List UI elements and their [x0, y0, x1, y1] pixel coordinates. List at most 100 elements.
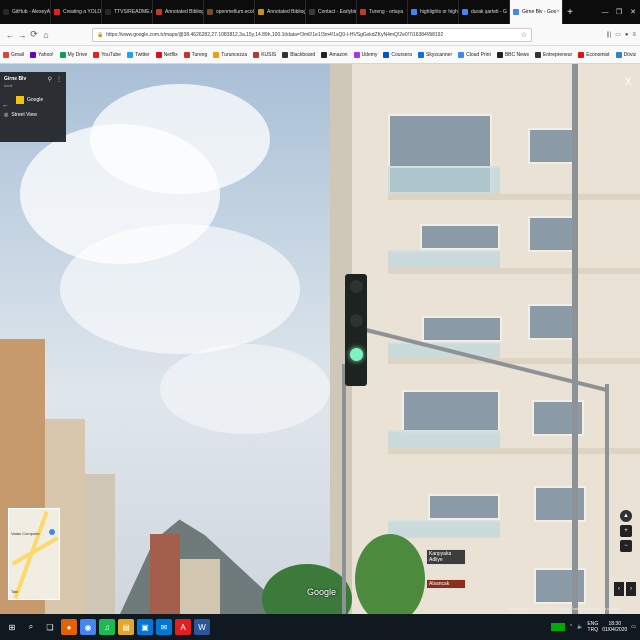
taskbar-task-view-icon[interactable]: ❏ — [42, 619, 58, 635]
taskbar-spotify-icon[interactable]: ♫ — [99, 619, 115, 635]
browser-tab[interactable]: highlights or high — [408, 0, 459, 24]
map-controls: ▲ + − — [620, 510, 634, 552]
pan-left-button[interactable]: ‹ — [614, 582, 624, 596]
minimize-button[interactable]: — — [598, 0, 612, 24]
bookmark-item[interactable]: Netflix — [155, 51, 178, 58]
close-street-view-button[interactable]: X — [625, 76, 632, 88]
window — [420, 224, 500, 250]
bookmark-label: Amazon — [329, 51, 348, 58]
compass-icon[interactable]: ▲ — [620, 510, 632, 522]
bookmark-item[interactable]: Tureng — [183, 51, 207, 58]
close-tab-icon[interactable]: × — [556, 9, 560, 15]
cloud — [60, 224, 300, 354]
taskbar-firefox-icon[interactable]: ● — [61, 619, 77, 635]
amber-lamp — [350, 314, 363, 327]
nav-bar: ← → ⟳ ⌂ 🔒 https://www.google.com.tr/maps… — [0, 24, 640, 46]
zoom-out-button[interactable]: − — [620, 540, 632, 552]
volume-icon[interactable]: 🔈 — [577, 624, 583, 630]
taskbar-explorer-icon[interactable]: ▤ — [118, 619, 134, 635]
browser-tab[interactable]: Contact - Earlybird — [306, 0, 357, 24]
notification-icon[interactable]: ▭ — [631, 624, 636, 630]
window — [528, 304, 576, 340]
taskbar-search-icon[interactable]: ⌕ — [23, 619, 39, 635]
forward-button[interactable]: → — [16, 30, 28, 40]
taskbar-mail-icon[interactable]: ✉ — [156, 619, 172, 635]
bookmark-item[interactable]: My Drive — [59, 51, 87, 58]
browser-tab[interactable]: Creating a YOLO — [51, 0, 102, 24]
browser-tab[interactable]: openmellum.ecollu — [204, 0, 255, 24]
more-icon[interactable]: ⋮ — [56, 76, 62, 83]
bookmark-star-icon[interactable]: ☆ — [521, 31, 527, 39]
floor-slab — [388, 358, 640, 364]
bookmark-item[interactable]: Twitter — [126, 51, 150, 58]
back-button[interactable]: ← — [4, 30, 16, 40]
taskbar-word-icon[interactable]: W — [194, 619, 210, 635]
bookmark-item[interactable]: Gmail — [3, 51, 24, 58]
minimap[interactable]: Vatan Computer Taki — [8, 508, 60, 600]
browser-tab[interactable]: durak şarteti - G — [459, 0, 510, 24]
url-bar[interactable]: 🔒 https://www.google.com.tr/maps/@38.462… — [92, 27, 532, 42]
maximize-button[interactable]: ❐ — [612, 0, 626, 24]
clock[interactable]: 18:30 01/04/2020 — [602, 621, 627, 633]
browser-tab[interactable]: TTVS/README.m — [102, 0, 153, 24]
attribution[interactable]: Image capture: Jul 2019 © 2020 Google Tu… — [508, 607, 620, 611]
bookmark-item[interactable]: Udemy — [353, 51, 377, 58]
bookmark-label: Cloud Print — [466, 51, 491, 58]
cloud — [160, 344, 330, 434]
browser-tab[interactable]: GitHub - AlexeyAB — [0, 0, 51, 24]
bookmark-item[interactable]: Yahoo! — [30, 51, 54, 58]
bookmark-item[interactable]: Cloud Print — [458, 51, 491, 58]
back-arrow-icon[interactable]: ← — [2, 102, 9, 109]
battery-icon[interactable] — [550, 623, 565, 631]
traffic-light-pole — [342, 364, 346, 614]
bookmark-item[interactable]: Skyscanner — [417, 51, 452, 58]
extension-icon[interactable]: ● — [625, 32, 629, 38]
browser-tab[interactable]: Girne Blv - Goo × — [510, 0, 563, 24]
zoom-in-button[interactable]: + — [620, 525, 632, 537]
bookmark-favicon-icon — [253, 51, 260, 58]
left-building — [150, 534, 180, 614]
bookmark-item[interactable]: KUSIS — [253, 51, 276, 58]
taskbar-start-icon[interactable]: ⊞ — [4, 619, 20, 635]
new-tab-button[interactable]: + — [563, 0, 577, 24]
home-button[interactable]: ⌂ — [40, 30, 52, 40]
language-indicator[interactable]: ENG TRQ — [587, 621, 598, 633]
pan-right-button[interactable]: › — [626, 582, 636, 596]
provider-row[interactable]: Google — [16, 96, 62, 104]
bookmark-item[interactable]: Economist — [578, 51, 610, 58]
bookmark-item[interactable]: Turuncezza — [213, 51, 247, 58]
close-window-button[interactable]: ✕ — [626, 0, 640, 24]
reload-button[interactable]: ⟳ — [28, 29, 40, 40]
floor-slab — [388, 448, 640, 454]
tab-label: TTVS/README.m — [114, 9, 153, 15]
bookmark-favicon-icon — [3, 51, 9, 58]
sidebar-icon[interactable]: ▭ — [615, 31, 621, 38]
menu-icon[interactable]: ≡ — [632, 32, 636, 38]
street-view-row[interactable]: ◎ Street View — [4, 112, 62, 118]
taskbar-store-icon[interactable]: ▣ — [137, 619, 153, 635]
bookmark-item[interactable]: YouTube — [93, 51, 121, 58]
browser-tab[interactable]: Annotated Bibliog — [255, 0, 306, 24]
bookmark-item[interactable]: Blackboard — [282, 51, 315, 58]
bookmark-item[interactable]: Entrepreneur — [535, 51, 572, 58]
street-pole — [572, 64, 578, 614]
taskbar-chrome-icon[interactable]: ◉ — [80, 619, 96, 635]
floor-slab — [388, 268, 640, 274]
tab-favicon-icon — [309, 9, 315, 15]
library-icon[interactable]: ||| — [607, 32, 612, 38]
browser-tab[interactable]: Annotated Bibliog — [153, 0, 204, 24]
pin-icon[interactable]: ⚲ — [48, 76, 52, 83]
bookmark-item[interactable]: BBC News — [496, 51, 529, 58]
card-icons: ⚲ ⋮ — [48, 76, 62, 83]
bookmark-item[interactable]: Amazon — [321, 51, 348, 58]
bookmark-label: Netflix — [163, 51, 178, 58]
tab-label: Girne Blv - Goo — [522, 9, 557, 15]
bookmark-item[interactable]: Coursera — [383, 51, 412, 58]
street-view-panorama[interactable]: Karşıyaka Adliye Alsancak — [0, 64, 640, 614]
bookmark-item[interactable]: Döviz — [615, 51, 636, 58]
balcony — [388, 166, 500, 194]
taskbar-acrobat-icon[interactable]: A — [175, 619, 191, 635]
browser-tab[interactable]: Tureng - ortaya — [357, 0, 408, 24]
network-icon[interactable]: ⌃ — [569, 624, 573, 630]
provider-label: Google — [27, 97, 44, 103]
